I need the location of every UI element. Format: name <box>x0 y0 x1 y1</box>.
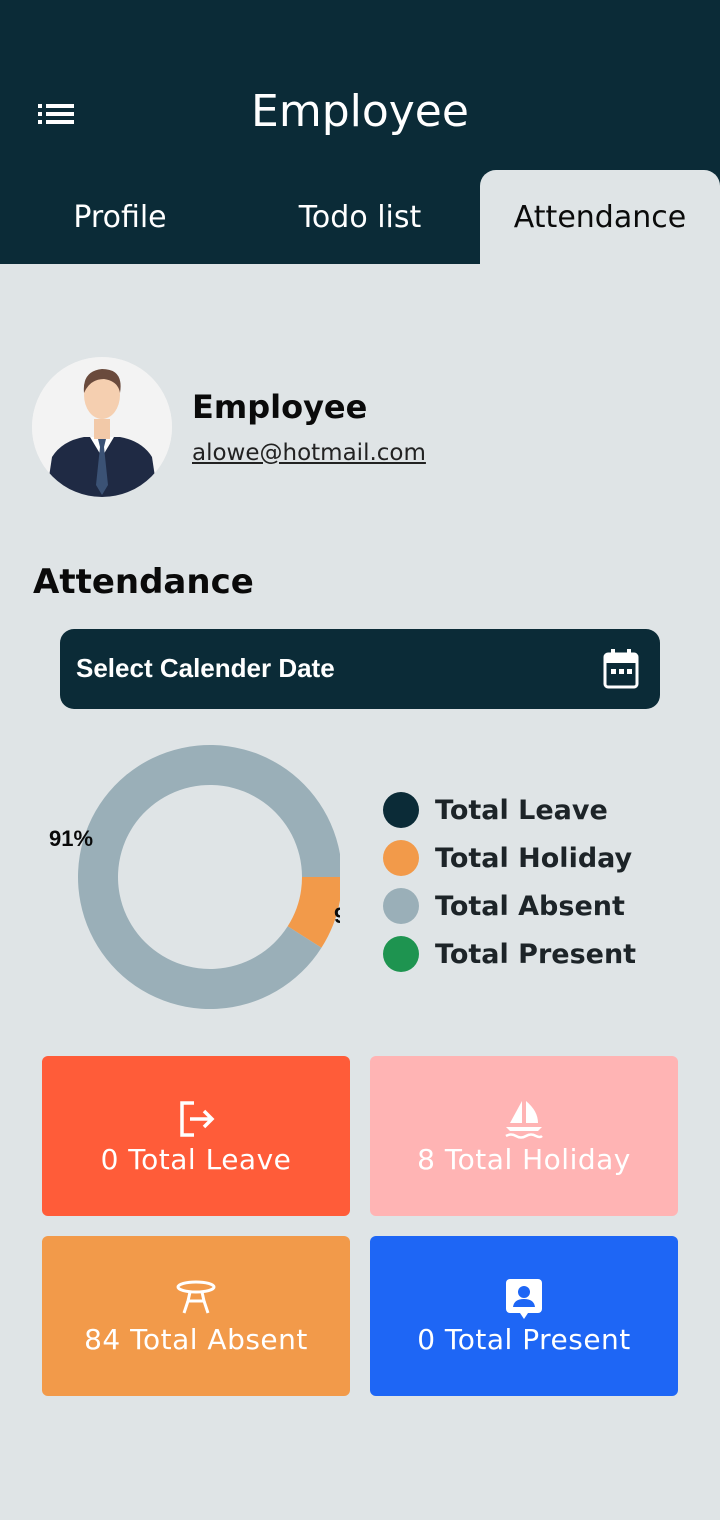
total-absent-text: 84 Total Absent <box>84 1322 308 1356</box>
attendance-donut-chart: 91% 9% <box>49 745 340 1009</box>
chart-legend: Total Leave Total Holiday Total Absent Tota… <box>383 786 636 978</box>
total-holiday-text: 8 Total Holiday <box>417 1142 631 1176</box>
contact-icon <box>506 1278 542 1319</box>
avatar <box>32 357 172 497</box>
page-title: Employee <box>251 86 469 137</box>
sailboat-icon <box>505 1100 543 1139</box>
donut-percent-label: 9% <box>334 903 340 928</box>
legend-label: Total Present <box>435 938 637 970</box>
select-date-label: Select Calender Date <box>76 653 335 683</box>
tab-attendance[interactable]: Attendance <box>480 170 720 264</box>
employee-name: Employee <box>192 388 368 426</box>
total-present-card[interactable]: 0 Total Present <box>370 1236 678 1396</box>
donut-slice <box>78 745 340 1009</box>
total-leave-card[interactable]: 0 Total Leave <box>42 1056 350 1216</box>
legend-label: Total Holiday <box>435 842 633 874</box>
legend-dot <box>383 888 419 924</box>
legend-dot <box>383 792 419 828</box>
total-holiday-card[interactable]: 8 Total Holiday <box>370 1056 678 1216</box>
tab-profile[interactable]: Profile <box>0 170 240 264</box>
legend-label: Total Absent <box>435 890 625 922</box>
legend-dot <box>383 936 419 972</box>
legend-dot <box>383 840 419 876</box>
total-present-text: 0 Total Present <box>417 1322 631 1356</box>
total-leave-text: 0 Total Leave <box>100 1142 292 1176</box>
legend-item: Total Absent <box>383 882 636 930</box>
tab-bar: Profile Todo list Attendance <box>0 170 720 264</box>
legend-item: Total Present <box>383 930 636 978</box>
legend-item: Total Holiday <box>383 834 636 882</box>
tab-todo-list[interactable]: Todo list <box>240 170 480 264</box>
logout-icon <box>180 1100 215 1137</box>
total-absent-card[interactable]: 84 Total Absent <box>42 1236 350 1396</box>
avatar-illustration <box>32 357 172 497</box>
donut-percent-label: 91% <box>49 826 93 851</box>
employee-email-link[interactable]: alowe@hotmail.com <box>192 440 426 466</box>
select-date-button[interactable]: Select Calender Date <box>60 629 660 709</box>
legend-item: Total Leave <box>383 786 636 834</box>
app-bar: Employee Profile Todo list Attendance <box>0 0 720 264</box>
calendar-icon <box>603 649 639 689</box>
legend-label: Total Leave <box>435 794 608 826</box>
table-icon <box>176 1280 216 1313</box>
attendance-heading: Attendance <box>33 562 254 602</box>
